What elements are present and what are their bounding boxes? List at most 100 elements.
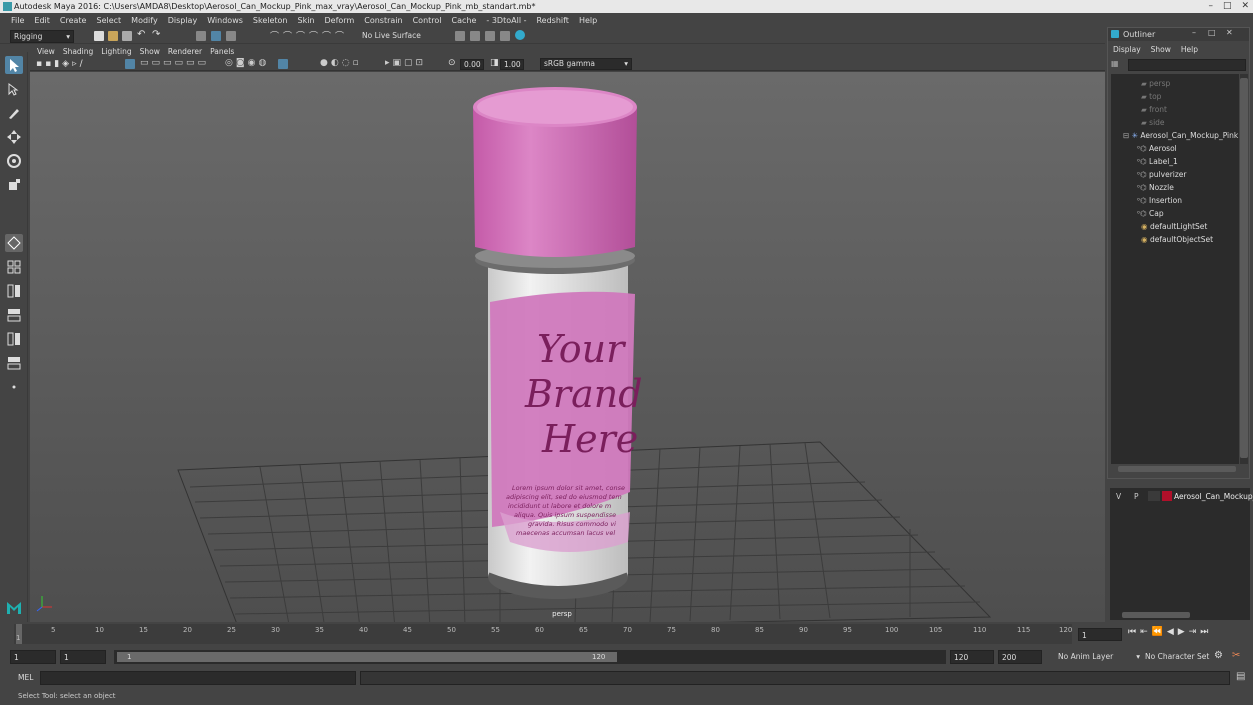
outliner-search-input[interactable] bbox=[1128, 59, 1246, 71]
ipr-render-icon[interactable] bbox=[470, 31, 480, 41]
single-view-icon[interactable] bbox=[5, 234, 23, 252]
perspective-viewport[interactable]: Your Brand Here Lorem ipsum dolor sit am… bbox=[30, 72, 1105, 622]
time-ruler[interactable]: 1 5 10 15 20 25 30 35 40 45 50 55 60 65 … bbox=[14, 624, 1072, 644]
layer-visibility-toggle[interactable]: V bbox=[1116, 492, 1121, 501]
go-to-end-icon[interactable]: ⏭ bbox=[1200, 627, 1208, 637]
script-editor-icon[interactable]: ▤ bbox=[1236, 671, 1245, 682]
menu-cache[interactable]: Cache bbox=[447, 14, 482, 27]
play-backward-icon[interactable]: ◀ bbox=[1167, 627, 1174, 637]
panel-menu-panels[interactable]: Panels bbox=[206, 46, 238, 58]
outliner-item-insertion[interactable]: ᵒ⌬ Insertion bbox=[1137, 194, 1182, 207]
color-space-dropdown[interactable]: sRGB gamma ▾ bbox=[540, 58, 632, 70]
save-scene-icon[interactable] bbox=[122, 31, 132, 41]
menu-deform[interactable]: Deform bbox=[320, 14, 360, 27]
menu-display[interactable]: Display bbox=[163, 14, 203, 27]
range-slider-handle[interactable]: 1 120 bbox=[117, 652, 617, 662]
outliner-maximize-button[interactable]: □ bbox=[1208, 28, 1216, 37]
outliner-menu-help[interactable]: Help bbox=[1176, 45, 1203, 54]
menu-skeleton[interactable]: Skeleton bbox=[248, 14, 293, 27]
start-time-field[interactable]: 1 bbox=[10, 650, 56, 664]
undo-icon[interactable]: ↶ bbox=[137, 29, 145, 40]
lasso-tool-icon[interactable] bbox=[5, 80, 23, 98]
outliner-item-group[interactable]: ⊟ ✳ Aerosol_Can_Mockup_Pink bbox=[1123, 129, 1238, 142]
current-frame-field[interactable]: 1 bbox=[1078, 628, 1122, 641]
mel-label[interactable]: MEL bbox=[18, 673, 33, 682]
menu-skin[interactable]: Skin bbox=[293, 14, 320, 27]
menu-create[interactable]: Create bbox=[55, 14, 92, 27]
display-toggle-icons[interactable]: ▭▭▭▭▭▭ bbox=[140, 58, 209, 68]
layer-playback-toggle[interactable]: P bbox=[1134, 492, 1139, 501]
outliner-menu-show[interactable]: Show bbox=[1146, 45, 1176, 54]
camera-tools-icons[interactable]: ▪▪▮◈▹∕ bbox=[36, 59, 86, 69]
outliner-item-nozzle[interactable]: ᵒ⌬ Nozzle bbox=[1137, 181, 1174, 194]
step-back-key-icon[interactable]: ⇤ bbox=[1140, 627, 1148, 637]
menu-constrain[interactable]: Constrain bbox=[359, 14, 407, 27]
panel-menu-shading[interactable]: Shading bbox=[59, 46, 97, 58]
character-set-dropdown[interactable]: No Character Set bbox=[1145, 652, 1209, 664]
redo-icon[interactable]: ↷ bbox=[152, 29, 160, 40]
custom-layout-icon[interactable] bbox=[5, 378, 23, 396]
go-to-start-icon[interactable]: ⏮ bbox=[1128, 627, 1136, 637]
exposure-field[interactable]: 0.00 bbox=[460, 59, 484, 70]
outliner-filter-icon[interactable]: ▦ bbox=[1111, 59, 1123, 71]
time-slider[interactable]: 1 5 10 15 20 25 30 35 40 45 50 55 60 65 … bbox=[0, 622, 1253, 646]
outliner-close-button[interactable]: ✕ bbox=[1226, 28, 1233, 37]
select-hierarchy-icon[interactable] bbox=[196, 31, 206, 41]
scale-tool-icon[interactable] bbox=[5, 176, 23, 194]
layer-color-swatch[interactable] bbox=[1162, 491, 1172, 501]
select-tool-icon[interactable] bbox=[5, 56, 23, 74]
paint-tool-icon[interactable] bbox=[5, 104, 23, 122]
step-forward-frame-icon[interactable]: ⇥ bbox=[1189, 627, 1197, 637]
outliner-item-persp[interactable]: ▰ persp bbox=[1141, 77, 1170, 90]
menu-select[interactable]: Select bbox=[91, 14, 126, 27]
new-scene-icon[interactable] bbox=[94, 31, 104, 41]
isolate-toggle-icons[interactable]: ▸▣▢⊡ bbox=[385, 58, 426, 68]
outliner-item-top[interactable]: ▰ top bbox=[1141, 90, 1161, 103]
menu-help[interactable]: Help bbox=[574, 14, 602, 27]
menu-windows[interactable]: Windows bbox=[202, 14, 248, 27]
four-view-icon[interactable] bbox=[5, 258, 23, 276]
outliner-item-aerosol[interactable]: ᵒ⌬ Aerosol bbox=[1137, 142, 1177, 155]
outliner-item-defaultlightset[interactable]: ◉ defaultLightSet bbox=[1141, 220, 1207, 233]
step-back-frame-icon[interactable]: ⏪ bbox=[1152, 627, 1163, 637]
select-object-icon[interactable] bbox=[211, 31, 221, 41]
two-view-icon[interactable] bbox=[5, 282, 23, 300]
range-slider[interactable]: 1 120 bbox=[114, 650, 946, 664]
render-icon[interactable] bbox=[455, 31, 465, 41]
outliner-item-front[interactable]: ▰ front bbox=[1141, 103, 1167, 116]
outliner-vertical-scrollbar[interactable] bbox=[1240, 74, 1248, 464]
open-scene-icon[interactable] bbox=[108, 31, 118, 41]
menu-3dtoall[interactable]: - 3DtoAll - bbox=[481, 14, 531, 27]
rotate-tool-icon[interactable] bbox=[5, 152, 23, 170]
mel-input[interactable] bbox=[40, 671, 356, 685]
panel-menu-renderer[interactable]: Renderer bbox=[164, 46, 206, 58]
outliner-minimize-button[interactable]: – bbox=[1192, 28, 1196, 37]
redshift-icon[interactable] bbox=[515, 30, 525, 40]
gamma-field[interactable]: 1.00 bbox=[500, 59, 524, 70]
lighting-toggle-icons[interactable]: ●◐◌▫ bbox=[320, 58, 362, 68]
select-component-icon[interactable] bbox=[226, 31, 236, 41]
hypershade-icon[interactable] bbox=[500, 31, 510, 41]
menu-modify[interactable]: Modify bbox=[126, 14, 163, 27]
outliner-item-cap[interactable]: ᵒ⌬ Cap bbox=[1137, 207, 1164, 220]
outliner-item-side[interactable]: ▰ side bbox=[1141, 116, 1165, 129]
layer-horizontal-scrollbar[interactable] bbox=[1122, 612, 1190, 618]
outliner-horizontal-scrollbar[interactable] bbox=[1118, 466, 1236, 472]
menu-control[interactable]: Control bbox=[408, 14, 447, 27]
auto-key-icon[interactable]: ⚙ bbox=[1214, 650, 1223, 661]
layer-type-toggle[interactable] bbox=[1148, 491, 1160, 501]
play-forward-icon[interactable]: ▶ bbox=[1178, 627, 1185, 637]
outliner-scroll-thumb[interactable] bbox=[1240, 78, 1248, 458]
layer-name[interactable]: Aerosol_Can_Mockup_ bbox=[1174, 492, 1253, 501]
playback-end-field[interactable]: 120 bbox=[950, 650, 994, 664]
menuset-dropdown[interactable]: Rigging ▾ bbox=[10, 30, 74, 43]
hypershade-layout-icon[interactable] bbox=[5, 354, 23, 372]
end-time-field[interactable]: 200 bbox=[998, 650, 1042, 664]
outliner-menu-display[interactable]: Display bbox=[1108, 45, 1146, 54]
xray-toggle-icon[interactable] bbox=[278, 59, 288, 69]
move-tool-icon[interactable] bbox=[5, 128, 23, 146]
anim-layer-dropdown[interactable]: No Anim Layer ▾ bbox=[1058, 652, 1140, 664]
grid-toggle-icon[interactable] bbox=[125, 59, 135, 69]
graph-layout-icon[interactable] bbox=[5, 330, 23, 348]
render-settings-icon[interactable] bbox=[485, 31, 495, 41]
